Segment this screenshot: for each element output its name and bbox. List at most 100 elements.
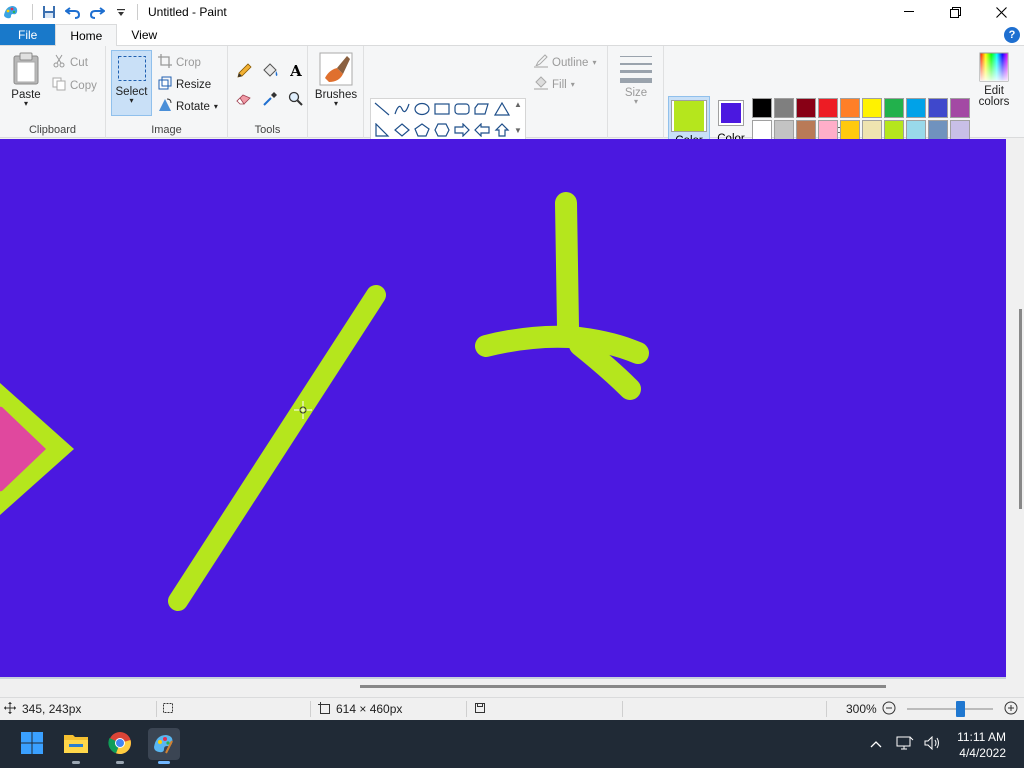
fill-button[interactable]: Fill ▾ xyxy=(534,76,575,93)
curve-shape-icon[interactable] xyxy=(392,100,412,118)
text-icon[interactable]: A xyxy=(286,62,306,80)
drawing-canvas[interactable] xyxy=(0,139,1006,677)
pencil-icon[interactable] xyxy=(234,62,254,80)
canvas-size: 614 × 460px xyxy=(318,698,402,720)
taskbar-chrome[interactable] xyxy=(104,728,136,764)
save-icon[interactable] xyxy=(39,2,59,22)
chevron-up-icon[interactable]: ▲ xyxy=(514,100,522,109)
color2-swatch xyxy=(721,103,741,123)
brushes-button[interactable]: Brushes ▾ xyxy=(314,52,358,108)
redo-icon[interactable] xyxy=(87,2,107,22)
color1-swatch xyxy=(674,101,704,131)
tab-home[interactable]: Home xyxy=(55,24,118,46)
taskbar-file-explorer[interactable] xyxy=(60,728,92,764)
customize-toolbar-icon[interactable] xyxy=(111,2,131,22)
color-picker-icon[interactable] xyxy=(260,90,280,108)
pentagon-shape-icon[interactable] xyxy=(412,121,432,139)
zoom-in-button[interactable] xyxy=(1004,698,1018,720)
palette-color-swatch[interactable] xyxy=(862,98,882,118)
palette-color-swatch[interactable] xyxy=(928,98,948,118)
clipboard-group: Paste ▾ Cut Copy Clipboard xyxy=(0,46,106,138)
polygon-shape-icon[interactable] xyxy=(472,100,492,118)
help-icon[interactable]: ? xyxy=(1004,27,1020,43)
image-group: Select ▾ Crop Resize Rotate ▾ Image xyxy=(106,46,228,138)
outline-button[interactable]: Outline ▾ xyxy=(534,54,596,71)
palette-color-swatch[interactable] xyxy=(774,98,794,118)
vertical-scroll-thumb[interactable] xyxy=(1019,309,1022,509)
color2-swatch-frame xyxy=(718,100,744,126)
diamond-shape-icon[interactable] xyxy=(392,121,412,139)
palette-color-swatch[interactable] xyxy=(884,120,904,140)
rectangle-shape-icon[interactable] xyxy=(432,100,452,118)
palette-color-swatch[interactable] xyxy=(796,120,816,140)
rounded-rectangle-shape-icon[interactable] xyxy=(452,100,472,118)
chevron-down-icon: ▾ xyxy=(333,99,338,108)
outline-label: Outline xyxy=(552,56,589,69)
size-button[interactable]: Size ▾ xyxy=(616,54,656,106)
canvas-size-text: 614 × 460px xyxy=(336,702,403,716)
zoom-slider-thumb[interactable] xyxy=(956,701,965,717)
network-icon[interactable] xyxy=(896,736,914,753)
palette-color-swatch[interactable] xyxy=(840,98,860,118)
palette-color-swatch[interactable] xyxy=(950,98,970,118)
fill-icon[interactable] xyxy=(260,62,280,80)
triangle-shape-icon[interactable] xyxy=(492,100,512,118)
running-indicator xyxy=(72,761,80,764)
zoom-slider-track[interactable] xyxy=(907,708,993,710)
palette-color-swatch[interactable] xyxy=(774,120,794,140)
clock[interactable]: 11:11 AM 4/4/2022 xyxy=(957,729,1006,761)
palette-color-swatch[interactable] xyxy=(818,120,838,140)
restore-button[interactable] xyxy=(932,0,978,24)
hexagon-shape-icon[interactable] xyxy=(432,121,452,139)
crop-button[interactable]: Crop xyxy=(158,54,201,71)
chevron-down-icon[interactable]: ▼ xyxy=(514,126,522,135)
cut-button[interactable]: Cut xyxy=(52,54,88,71)
copy-button[interactable]: Copy xyxy=(52,77,97,94)
crop-icon xyxy=(158,54,172,71)
palette-color-swatch[interactable] xyxy=(796,98,816,118)
canvas-drawing xyxy=(0,192,649,611)
horizontal-scroll-thumb[interactable] xyxy=(360,685,886,688)
zoom-out-button[interactable] xyxy=(882,698,896,720)
right-triangle-shape-icon[interactable] xyxy=(372,121,392,139)
chevron-down-icon: ▾ xyxy=(23,99,28,108)
minimize-button[interactable] xyxy=(886,0,932,24)
palette-color-swatch[interactable] xyxy=(906,120,926,140)
select-button[interactable]: Select ▾ xyxy=(111,50,152,116)
paint-app-icon[interactable] xyxy=(2,3,20,21)
zoom-out-icon xyxy=(882,701,896,718)
resize-button[interactable]: Resize xyxy=(158,76,211,93)
tab-file[interactable]: File xyxy=(0,24,56,45)
volume-icon[interactable] xyxy=(924,735,942,753)
show-hidden-icons-icon[interactable] xyxy=(870,737,882,751)
resize-icon xyxy=(158,76,172,93)
up-arrow-shape-icon[interactable] xyxy=(492,121,512,139)
oval-shape-icon[interactable] xyxy=(412,100,432,118)
cursor-position: 345, 243px xyxy=(4,698,81,720)
vertical-scrollbar[interactable] xyxy=(1006,139,1024,697)
palette-color-swatch[interactable] xyxy=(818,98,838,118)
palette-color-swatch[interactable] xyxy=(906,98,926,118)
palette-color-swatch[interactable] xyxy=(752,120,772,140)
horizontal-scrollbar[interactable] xyxy=(0,679,1006,697)
taskbar-paint[interactable] xyxy=(148,728,180,764)
tab-view[interactable]: View xyxy=(117,24,171,45)
palette-color-swatch[interactable] xyxy=(928,120,948,140)
edit-colors-button[interactable]: Edit colors xyxy=(974,52,1014,108)
palette-color-swatch[interactable] xyxy=(884,98,904,118)
rotate-button[interactable]: Rotate ▾ xyxy=(158,98,218,115)
magnifier-icon[interactable] xyxy=(286,90,306,108)
left-arrow-shape-icon[interactable] xyxy=(472,121,492,139)
close-button[interactable] xyxy=(978,0,1024,24)
paste-button[interactable]: Paste ▾ xyxy=(8,52,44,108)
palette-color-swatch[interactable] xyxy=(752,98,772,118)
eraser-icon[interactable] xyxy=(234,90,254,108)
palette-color-swatch[interactable] xyxy=(950,120,970,140)
undo-icon[interactable] xyxy=(63,2,83,22)
palette-color-swatch[interactable] xyxy=(862,120,882,140)
line-shape-icon[interactable] xyxy=(372,100,392,118)
right-arrow-shape-icon[interactable] xyxy=(452,121,472,139)
start-button[interactable] xyxy=(16,728,48,760)
divider xyxy=(466,701,467,717)
palette-color-swatch[interactable] xyxy=(840,120,860,140)
